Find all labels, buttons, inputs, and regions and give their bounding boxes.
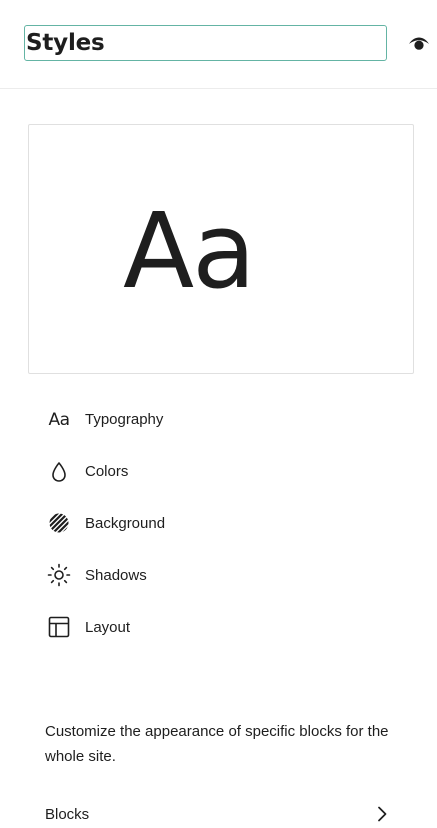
nav-item-layout[interactable]: Layout [36, 601, 414, 653]
style-title-field[interactable]: Styles [24, 25, 387, 61]
preview-sample-text: Aa [123, 190, 256, 312]
eye-icon[interactable] [406, 33, 432, 55]
chevron-right-icon [374, 806, 390, 822]
blocks-label: Blocks [45, 805, 90, 823]
styles-panel: Styles Aa Aa Typography Colors Backgroun… [0, 0, 437, 828]
blocks-description: Customize the appearance of specific blo… [45, 723, 389, 765]
panel-title: Styles [26, 30, 105, 56]
styles-navigation: Aa Typography Colors Background Shadows … [36, 394, 414, 653]
panel-header: Styles [0, 0, 437, 89]
background-icon [46, 510, 72, 536]
nav-item-label: Shadows [85, 566, 147, 584]
nav-item-shadows[interactable]: Shadows [36, 549, 414, 601]
nav-item-colors[interactable]: Colors [36, 446, 414, 498]
nav-item-label: Typography [85, 411, 164, 429]
nav-item-label: Background [85, 514, 166, 532]
nav-item-typography[interactable]: Aa Typography [36, 394, 414, 446]
layout-icon [46, 614, 72, 640]
nav-item-label: Colors [85, 463, 129, 481]
typography-icon: Aa [48, 409, 70, 430]
style-preview-card[interactable]: Aa [28, 124, 414, 374]
nav-item-background[interactable]: Background [36, 498, 414, 550]
droplet-icon [46, 459, 72, 485]
nav-item-label: Layout [85, 618, 131, 636]
sun-icon [46, 562, 72, 588]
blocks-nav-item[interactable]: Blocks [45, 798, 395, 828]
